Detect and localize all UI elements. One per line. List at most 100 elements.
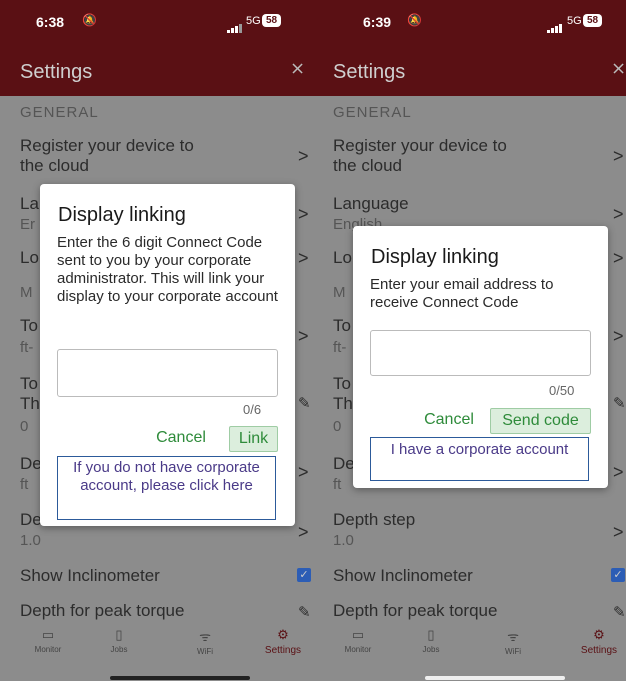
torque-row-title[interactable]: To <box>333 316 351 336</box>
signal-icon <box>547 15 563 33</box>
corporate-account-button[interactable]: I have a corporate account <box>370 437 589 481</box>
language-row-title[interactable]: Language <box>333 194 409 214</box>
edit-icon[interactable]: ✎ <box>613 394 626 412</box>
bottom-navigation: ▭ Monitor ▯ Jobs ᯤ WiFi ⚙ Settings <box>0 621 313 681</box>
nav-wifi[interactable]: ᯤ WiFi <box>483 627 543 656</box>
chevron-right-icon[interactable]: > <box>298 522 309 543</box>
display-linking-dialog: Display linking Enter your email address… <box>353 226 608 488</box>
depth-step-title[interactable]: Depth step <box>333 510 415 530</box>
cancel-button[interactable]: Cancel <box>413 408 485 432</box>
nav-monitor[interactable]: ▭ Monitor <box>18 627 78 654</box>
silent-icon: 🔕 <box>82 13 97 27</box>
inclinometer-checkbox[interactable]: ✓ <box>297 568 311 582</box>
show-inclinometer-title: Show Inclinometer <box>20 566 160 585</box>
torque-threshold-title-2[interactable]: Th <box>20 394 40 414</box>
edit-icon[interactable]: ✎ <box>298 394 311 412</box>
character-counter: 0/6 <box>243 402 262 417</box>
location-row-title[interactable]: Lo <box>20 248 39 268</box>
depth-peak-title[interactable]: Depth for peak torque <box>20 601 184 621</box>
wifi-off-icon[interactable]: ⨯ <box>611 58 626 79</box>
torque-threshold-title[interactable]: To <box>333 374 351 394</box>
display-linking-dialog: Display linking Enter the 6 digit Connec… <box>40 184 295 526</box>
cancel-button[interactable]: Cancel <box>146 426 216 450</box>
edit-icon[interactable]: ✎ <box>613 603 626 621</box>
nav-jobs[interactable]: ▯ Jobs <box>401 627 461 654</box>
monitor-icon: ▭ <box>351 627 365 642</box>
depth-row-sub: ft <box>333 476 342 493</box>
chevron-right-icon[interactable]: > <box>613 248 624 269</box>
section-header-2: M <box>333 284 347 301</box>
edit-icon[interactable]: ✎ <box>298 603 311 621</box>
chevron-right-icon[interactable]: > <box>298 462 309 483</box>
signal-icon <box>227 15 243 33</box>
battery-badge: 58 <box>262 14 282 27</box>
depth-row-title[interactable]: De <box>20 454 42 474</box>
section-header-2: M <box>20 284 34 301</box>
chevron-right-icon[interactable]: > <box>613 522 624 543</box>
chevron-right-icon[interactable]: > <box>298 204 309 225</box>
network-type: 5G <box>246 15 261 27</box>
show-inclinometer-title: Show Inclinometer <box>333 566 473 585</box>
gear-icon: ⚙ <box>593 627 605 642</box>
dialog-title: Display linking <box>371 246 499 268</box>
torque-threshold-sub: 0 <box>20 418 29 435</box>
page-title: Settings <box>333 61 406 83</box>
nav-settings[interactable]: ⚙ Settings <box>569 627 626 656</box>
email-input[interactable] <box>370 330 591 376</box>
send-code-button[interactable]: Send code <box>490 408 591 434</box>
depth-peak-title[interactable]: Depth for peak torque <box>333 601 497 621</box>
status-time: 6:39 <box>363 14 392 30</box>
wifi-icon: ᯤ <box>199 629 211 644</box>
chevron-right-icon[interactable]: > <box>613 204 624 225</box>
nav-monitor[interactable]: ▭ Monitor <box>328 627 388 654</box>
chevron-right-icon[interactable]: > <box>298 326 309 347</box>
inclinometer-checkbox[interactable]: ✓ <box>611 568 625 582</box>
status-bar: 6:38 🔕 5G 58 <box>0 0 313 44</box>
battery-badge: 58 <box>583 14 603 27</box>
app-bar: Settings ⨯ <box>313 44 626 96</box>
chevron-right-icon[interactable]: > <box>613 146 624 167</box>
torque-row-title[interactable]: To <box>20 316 38 336</box>
network-type: 5G <box>567 15 582 27</box>
monitor-icon: ▭ <box>41 627 55 642</box>
status-bar: 6:39 🔕 5G 58 <box>313 0 626 44</box>
dialog-message: Enter your email address to receive Conn… <box>370 276 554 311</box>
torque-threshold-sub: 0 <box>333 418 342 435</box>
language-row-title[interactable]: La <box>20 194 39 214</box>
link-button[interactable]: Link <box>229 426 278 452</box>
connect-code-input[interactable] <box>57 349 278 397</box>
torque-threshold-title[interactable]: To <box>20 374 38 394</box>
chevron-right-icon[interactable]: > <box>298 248 309 269</box>
torque-row-sub: ft- <box>333 339 347 356</box>
register-row-title[interactable]: Register your device to <box>333 136 507 156</box>
gear-icon: ⚙ <box>277 627 289 642</box>
nav-settings[interactable]: ⚙ Settings <box>253 627 313 656</box>
language-row-sub: Er <box>20 216 35 233</box>
nav-wifi[interactable]: ᯤ WiFi <box>175 627 235 656</box>
torque-threshold-title-2[interactable]: Th <box>333 394 353 414</box>
chevron-right-icon[interactable]: > <box>613 462 624 483</box>
chevron-right-icon[interactable]: > <box>613 326 624 347</box>
depth-row-title[interactable]: De <box>333 454 355 474</box>
wifi-icon: ᯤ <box>507 629 519 644</box>
torque-row-sub: ft- <box>20 339 34 356</box>
dialog-title: Display linking <box>58 204 186 226</box>
corporate-account-link[interactable]: If you do not have corporate account, pl… <box>57 456 276 520</box>
home-indicator <box>425 676 565 680</box>
register-row-title[interactable]: Register your device to <box>20 136 194 156</box>
bottom-navigation: ▭ Monitor ▯ Jobs ᯤ WiFi ⚙ Settings <box>313 621 626 681</box>
depth-step-title[interactable]: De <box>20 510 42 530</box>
right-screen: 6:39 🔕 5G 58 Settings ⨯ GENERAL Register… <box>313 0 626 681</box>
app-bar: Settings ⨯ <box>0 44 313 96</box>
wifi-off-icon[interactable]: ⨯ <box>290 58 305 79</box>
depth-step-sub: 1.0 <box>333 532 354 549</box>
chevron-right-icon[interactable]: > <box>298 146 309 167</box>
nav-jobs[interactable]: ▯ Jobs <box>89 627 149 654</box>
status-time: 6:38 <box>36 14 65 30</box>
depth-row-sub: ft <box>20 476 29 493</box>
location-row-title[interactable]: Lo <box>333 248 352 268</box>
register-row-title-2[interactable]: the cloud <box>333 156 402 176</box>
clipboard-icon: ▯ <box>115 627 123 642</box>
register-row-title-2[interactable]: the cloud <box>20 156 89 176</box>
section-header: GENERAL <box>20 104 99 121</box>
